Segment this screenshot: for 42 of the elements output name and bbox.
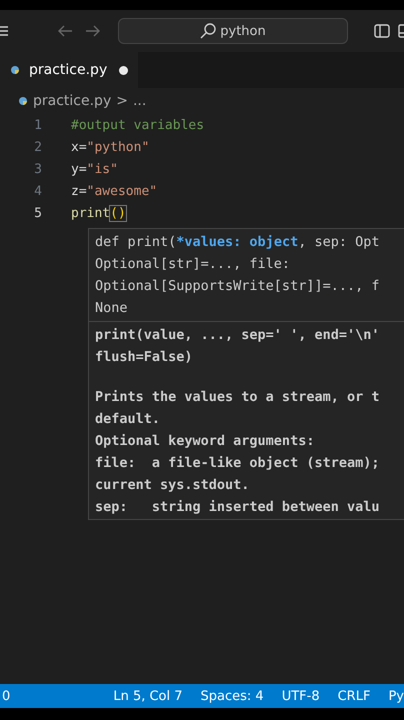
search-field[interactable]: python [118, 18, 348, 44]
doc-text: sep: string inserted between valu [95, 498, 380, 517]
code-line: #output variables [71, 118, 204, 132]
unsaved-dot-icon [119, 66, 128, 74]
code-line: y="is" [71, 162, 118, 176]
status-item[interactable]: UTF-8 [282, 688, 320, 704]
breadcrumb-item[interactable]: practice.py [33, 93, 112, 109]
doc-text: Optional keyword arguments: [95, 432, 316, 451]
problems-count[interactable]: 0 [0, 688, 10, 704]
back-arrow-icon[interactable] [56, 24, 74, 38]
doc-text: flush=False) [95, 348, 194, 367]
doc-text: file: a file-like object (stream); [95, 454, 380, 473]
code-line: print() [71, 206, 126, 220]
doc-text: current sys.stdout. [95, 476, 250, 495]
doc-text: default. [95, 410, 162, 429]
signature-text: Optional[str]=..., file: [95, 255, 292, 274]
search-icon [200, 23, 216, 39]
python-file-icon [10, 65, 20, 75]
forward-arrow-icon[interactable] [84, 24, 102, 38]
status-item[interactable]: Ln 5, Col 7 [113, 688, 183, 704]
python-file-icon [18, 96, 28, 106]
editor-tab[interactable]: practice.py [0, 52, 138, 88]
line-number: 5 [33, 206, 42, 220]
split-editor-icon[interactable] [374, 23, 390, 39]
doc-text: Prints the values to a stream, or t [95, 388, 380, 407]
line-number: 2 [33, 140, 42, 154]
panel-layout-icon[interactable] [398, 23, 404, 39]
status-item[interactable]: Spaces: 4 [200, 688, 264, 704]
status-item[interactable]: CRLF [338, 688, 370, 704]
line-number: 1 [33, 118, 42, 132]
breadcrumb-separator: > [116, 93, 128, 109]
signature-text: Optional[SupportsWrite[str]]=..., f [95, 277, 380, 296]
breadcrumb-item[interactable]: ... [132, 93, 146, 109]
status-item[interactable]: Py [388, 688, 404, 704]
code-line: x="python" [71, 140, 150, 154]
signature-text: def print(*values: object, sep: Opt [95, 233, 380, 252]
signature-text: None [95, 299, 129, 318]
line-number: 3 [33, 162, 42, 176]
code-line: z="awesome" [71, 184, 158, 198]
menu-icon[interactable] [0, 24, 10, 38]
line-number: 4 [33, 184, 42, 198]
doc-text: print(value, ..., sep=' ', end='\n' [95, 326, 380, 345]
